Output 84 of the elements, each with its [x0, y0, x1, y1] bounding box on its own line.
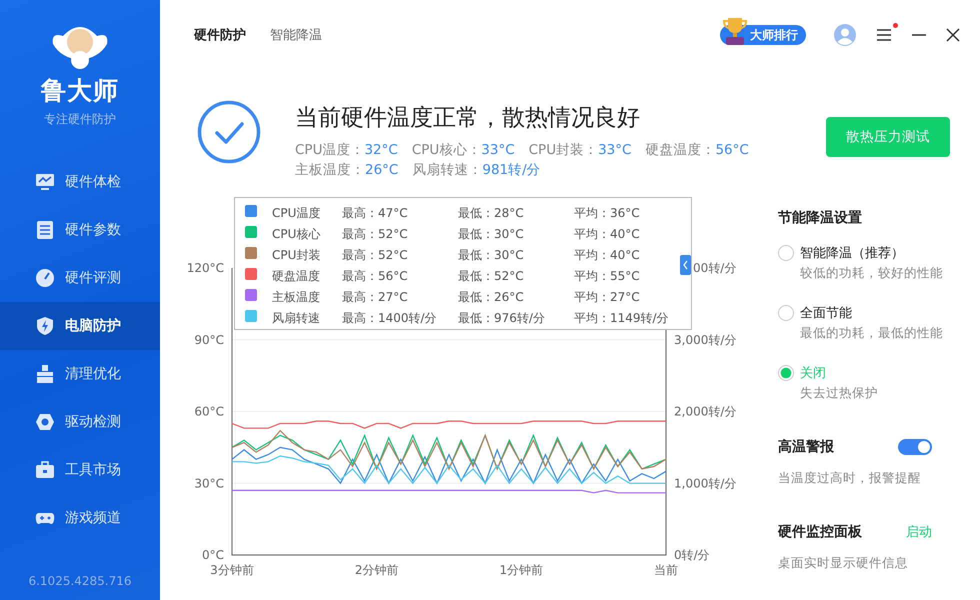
- reading-text: 主板温度：26°C: [295, 161, 398, 179]
- legend-name: CPU封装: [272, 247, 320, 264]
- legend-max: 最高：27°C: [342, 289, 408, 306]
- legend-avg: 平均：40°C: [574, 226, 640, 243]
- legend-name: 风扇转速: [272, 310, 320, 327]
- axis-label: 0转/分: [674, 548, 710, 562]
- option-label: 全面节能: [800, 305, 853, 322]
- nav-item[interactable]: 清理优化: [0, 350, 160, 398]
- axis-label: 60°C: [194, 404, 224, 418]
- legend-name: CPU核心: [272, 226, 320, 243]
- radio-button[interactable]: [778, 305, 794, 321]
- legend-max: 最高：52°C: [342, 226, 408, 243]
- user-avatar-icon[interactable]: [834, 24, 856, 46]
- axis-label: 2,000转/分: [674, 404, 736, 418]
- radio-button[interactable]: [778, 245, 794, 261]
- tab[interactable]: 智能降温: [270, 26, 322, 44]
- nav-item[interactable]: 驱动检测: [0, 398, 160, 446]
- gauge-icon: [35, 268, 55, 288]
- reading-text: CPU封装：33°C: [528, 141, 632, 159]
- toolbox-icon: [35, 460, 55, 480]
- hexagon-nut-icon: [35, 412, 55, 432]
- axis-label: 当前: [654, 563, 678, 577]
- legend-min: 最低：52°C: [458, 268, 524, 285]
- axis-label: 3分钟前: [210, 563, 254, 577]
- logo-text: 鲁大师: [41, 75, 119, 107]
- option-label: 关闭: [800, 365, 827, 382]
- toggle-switch[interactable]: [898, 439, 932, 455]
- check-circle-icon: [197, 100, 261, 164]
- nav-item[interactable]: 硬件体检: [0, 158, 160, 206]
- nav-item[interactable]: 工具市场: [0, 446, 160, 494]
- legend-avg: 平均：27°C: [574, 289, 640, 306]
- axis-label: 3,000转/分: [674, 332, 736, 347]
- legend-min: 最低：976转/分: [458, 310, 545, 327]
- setting-description: 当温度过高时，报警提醒: [778, 470, 922, 487]
- legend-avg: 平均：40°C: [574, 247, 640, 264]
- legend-name: CPU温度: [272, 205, 320, 222]
- axis-label: 120°C: [186, 261, 224, 275]
- option-description: 较低的功耗，较好的性能: [800, 265, 943, 282]
- axis-label: 90°C: [194, 332, 224, 347]
- tagline: 专注硬件防护: [44, 111, 116, 128]
- legend-min: 最低：28°C: [458, 205, 524, 222]
- legend-min: 最低：26°C: [458, 289, 524, 306]
- status-title: 当前硬件温度正常，散热情况良好: [295, 104, 641, 133]
- monitor-icon: [35, 172, 55, 192]
- legend-max: 最高：1400转/分: [342, 310, 437, 327]
- legend-avg: 平均：55°C: [574, 268, 640, 285]
- setting-title: 硬件监控面板: [778, 523, 862, 541]
- nav-item[interactable]: 电脑防护: [0, 302, 160, 350]
- trophy-icon: [722, 16, 748, 46]
- legend-avg: 平均：1149转/分: [574, 310, 669, 327]
- axis-label: 1,000转/分: [674, 476, 736, 490]
- legend-name: 主板温度: [272, 289, 320, 306]
- version-text: 6.1025.4285.716: [28, 574, 132, 588]
- legend-min: 最低：30°C: [458, 247, 524, 264]
- axis-label: 1分钟前: [500, 563, 544, 577]
- nav-item[interactable]: 游戏频道: [0, 494, 160, 542]
- option-description: 最低的功耗，最低的性能: [800, 325, 943, 342]
- axis-label: 0°C: [202, 548, 224, 562]
- reading-text: CPU温度：32°C: [295, 141, 398, 159]
- reading-text: 风扇转速：981转/分: [412, 161, 541, 179]
- collapse-tab[interactable]: [680, 255, 691, 275]
- section-title: 节能降温设置: [778, 209, 863, 227]
- setting-title: 高温警报: [778, 438, 834, 456]
- axis-label: 00转/分: [693, 261, 736, 275]
- reading-text: CPU核心：33°C: [412, 141, 515, 159]
- setting-description: 桌面实时显示硬件信息: [778, 555, 909, 572]
- option-label: 智能降温（推荐）: [800, 245, 905, 262]
- legend-max: 最高：52°C: [342, 247, 408, 264]
- legend-min: 最低：30°C: [458, 226, 524, 243]
- axis-label: 2分钟前: [354, 563, 398, 577]
- legend-max: 最高：47°C: [342, 205, 408, 222]
- legend-name: 硬盘温度: [272, 268, 320, 285]
- nav-item[interactable]: 硬件评测: [0, 254, 160, 302]
- legend-avg: 平均：36°C: [574, 205, 640, 222]
- option-description: 失去过热保护: [800, 385, 878, 402]
- shield-icon: [35, 316, 55, 336]
- tab[interactable]: 硬件防护: [194, 26, 246, 44]
- menu-icon[interactable]: [876, 28, 892, 42]
- radio-button[interactable]: [778, 365, 794, 381]
- nav-item[interactable]: 硬件参数: [0, 206, 160, 254]
- reading-text: 硬盘温度：56°C: [645, 141, 749, 159]
- close-icon[interactable]: [946, 28, 960, 42]
- legend-max: 最高：56°C: [342, 268, 408, 285]
- axis-label: 30°C: [194, 476, 224, 490]
